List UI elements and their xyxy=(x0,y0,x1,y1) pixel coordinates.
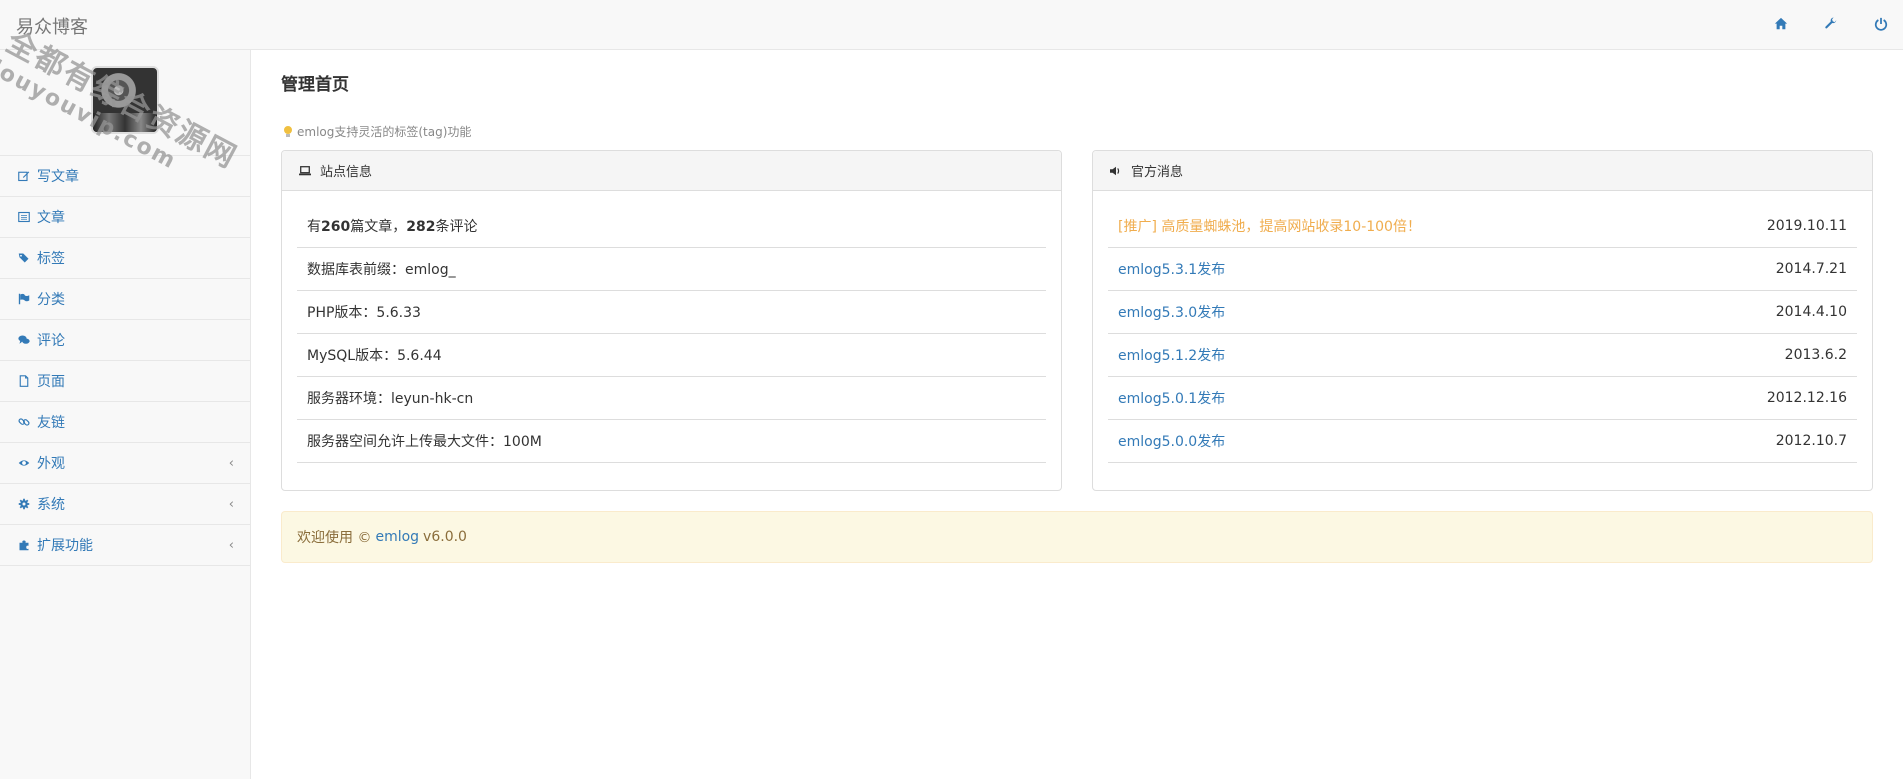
sidebar-item-comments[interactable]: 评论 xyxy=(0,320,250,361)
news-item: [推广] 高质量蜘蛛池，提高网站收录10-100倍！ 2019.10.11 xyxy=(1108,205,1857,248)
sidebar-item-links[interactable]: 友链 xyxy=(0,402,250,443)
info-row: 数据库表前缀：emlog_ xyxy=(297,248,1046,291)
official-news-panel: 官方消息 [推广] 高质量蜘蛛池，提高网站收录10-100倍！ 2019.10.… xyxy=(1092,150,1873,491)
info-row: 服务器空间允许上传最大文件：100M xyxy=(297,420,1046,463)
puzzle-icon xyxy=(17,538,31,552)
news-link[interactable]: emlog5.3.1发布 xyxy=(1118,259,1225,279)
sidebar-item-system[interactable]: 系统 ‹ xyxy=(0,484,250,525)
sidebar-item-appearance[interactable]: 外观 ‹ xyxy=(0,443,250,484)
top-icons xyxy=(1771,14,1891,34)
stats-row: 有260篇文章，282条评论 xyxy=(297,205,1046,248)
sidebar-item-label: 标签 xyxy=(37,251,65,267)
file-icon xyxy=(17,374,31,388)
sidebar-item-label: 分类 xyxy=(37,292,65,308)
page-title: 管理首页 xyxy=(281,75,349,95)
news-date: 2014.7.21 xyxy=(1775,261,1847,277)
brand-title[interactable]: 易众博客 xyxy=(16,13,88,39)
panel-body: 有260篇文章，282条评论 数据库表前缀：emlog_ PHP版本：5.6.3… xyxy=(282,191,1061,463)
home-icon[interactable] xyxy=(1771,14,1791,34)
list-icon xyxy=(17,210,31,224)
volume-icon xyxy=(1109,164,1125,178)
site-info-panel: 站点信息 有260篇文章，282条评论 数据库表前缀：emlog_ PHP版本：… xyxy=(281,150,1062,491)
news-date: 2012.12.16 xyxy=(1766,390,1847,406)
sidebar-item-label: 外观 xyxy=(37,456,65,472)
news-date: 2013.6.2 xyxy=(1784,347,1847,363)
news-item: emlog5.1.2发布 2013.6.2 xyxy=(1108,334,1857,377)
sidebar-item-extensions[interactable]: 扩展功能 ‹ xyxy=(0,525,250,566)
stats-mid: 篇文章， xyxy=(350,219,407,235)
php-version: PHP版本：5.6.33 xyxy=(307,305,421,321)
chevron-left-icon: ‹ xyxy=(228,497,234,512)
wrench-icon[interactable] xyxy=(1821,14,1841,34)
news-date: 2019.10.11 xyxy=(1766,218,1847,234)
lightbulb-icon xyxy=(284,125,292,137)
stats-text: 有260篇文章，282条评论 xyxy=(307,216,477,236)
sidebar-item-pages[interactable]: 页面 xyxy=(0,361,250,402)
sidebar: 写文章 文章 标签 分类 评论 页面 友链 外观 ‹ 系统 ‹ 扩展功能 ‹ xyxy=(0,50,251,779)
version-text: v6.0.0 xyxy=(423,529,467,545)
edit-icon xyxy=(17,169,31,183)
gear-icon xyxy=(17,497,31,511)
news-item: emlog5.0.0发布 2012.10.7 xyxy=(1108,420,1857,463)
welcome-alert: 欢迎使用 © emlog v6.0.0 xyxy=(281,511,1873,563)
news-date: 2014.4.10 xyxy=(1775,304,1847,320)
top-navbar: 易众博客 xyxy=(0,0,1903,50)
news-link[interactable]: emlog5.0.1发布 xyxy=(1118,388,1225,408)
news-link[interactable]: emlog5.3.0发布 xyxy=(1118,302,1225,322)
panel-body: [推广] 高质量蜘蛛池，提高网站收录10-100倍！ 2019.10.11 em… xyxy=(1093,191,1872,463)
tags-icon xyxy=(17,251,31,265)
avatar[interactable] xyxy=(91,66,159,134)
comments-icon xyxy=(17,333,31,347)
link-icon xyxy=(17,415,31,429)
sidebar-item-label: 友链 xyxy=(37,415,65,431)
sidebar-item-label: 文章 xyxy=(37,210,65,226)
info-row: MySQL版本：5.6.44 xyxy=(297,334,1046,377)
tip-line: emlog支持灵活的标签(tag)功能 xyxy=(283,123,471,140)
sidebar-item-write[interactable]: 写文章 xyxy=(0,156,250,197)
sidebar-item-label: 评论 xyxy=(37,333,65,349)
sidebar-item-tags[interactable]: 标签 xyxy=(0,238,250,279)
chevron-left-icon: ‹ xyxy=(228,456,234,471)
eye-icon xyxy=(17,456,31,470)
panel-heading: 站点信息 xyxy=(282,151,1061,191)
mysql-version: MySQL版本：5.6.44 xyxy=(307,348,442,364)
comment-count: 282 xyxy=(406,219,436,235)
article-count: 260 xyxy=(321,219,351,235)
news-item: emlog5.3.1发布 2014.7.21 xyxy=(1108,248,1857,291)
stats-prefix: 有 xyxy=(307,219,321,235)
news-item: emlog5.0.1发布 2012.12.16 xyxy=(1108,377,1857,420)
news-date: 2012.10.7 xyxy=(1775,433,1847,449)
welcome-text: 欢迎使用 © xyxy=(297,530,372,546)
info-row: 服务器环境：leyun-hk-cn xyxy=(297,377,1046,420)
emlog-link[interactable]: emlog xyxy=(375,529,419,545)
tip-text: emlog支持灵活的标签(tag)功能 xyxy=(297,125,472,139)
power-icon[interactable] xyxy=(1871,14,1891,34)
stats-suffix: 条评论 xyxy=(435,219,478,235)
upload-limit: 服务器空间允许上传最大文件：100M xyxy=(307,434,542,450)
sidebar-item-label: 扩展功能 xyxy=(37,538,93,554)
sidebar-item-articles[interactable]: 文章 xyxy=(0,197,250,238)
news-item: emlog5.3.0发布 2014.4.10 xyxy=(1108,291,1857,334)
chevron-left-icon: ‹ xyxy=(228,538,234,553)
laptop-icon xyxy=(298,164,314,178)
user-panel xyxy=(0,50,250,156)
sidebar-item-categories[interactable]: 分类 xyxy=(0,279,250,320)
sidebar-item-label: 写文章 xyxy=(37,169,79,185)
server-env: 服务器环境：leyun-hk-cn xyxy=(307,391,474,407)
sidebar-item-label: 页面 xyxy=(37,374,65,390)
news-link-promo[interactable]: [推广] 高质量蜘蛛池，提高网站收录10-100倍！ xyxy=(1118,216,1421,236)
info-row: PHP版本：5.6.33 xyxy=(297,291,1046,334)
panel-title: 官方消息 xyxy=(1131,165,1184,180)
news-link[interactable]: emlog5.0.0发布 xyxy=(1118,431,1225,451)
flag-icon xyxy=(17,292,31,306)
panel-title: 站点信息 xyxy=(320,165,373,180)
db-prefix: 数据库表前缀：emlog_ xyxy=(307,262,456,278)
panel-heading: 官方消息 xyxy=(1093,151,1872,191)
news-link[interactable]: emlog5.1.2发布 xyxy=(1118,345,1225,365)
sidebar-item-label: 系统 xyxy=(37,497,65,513)
